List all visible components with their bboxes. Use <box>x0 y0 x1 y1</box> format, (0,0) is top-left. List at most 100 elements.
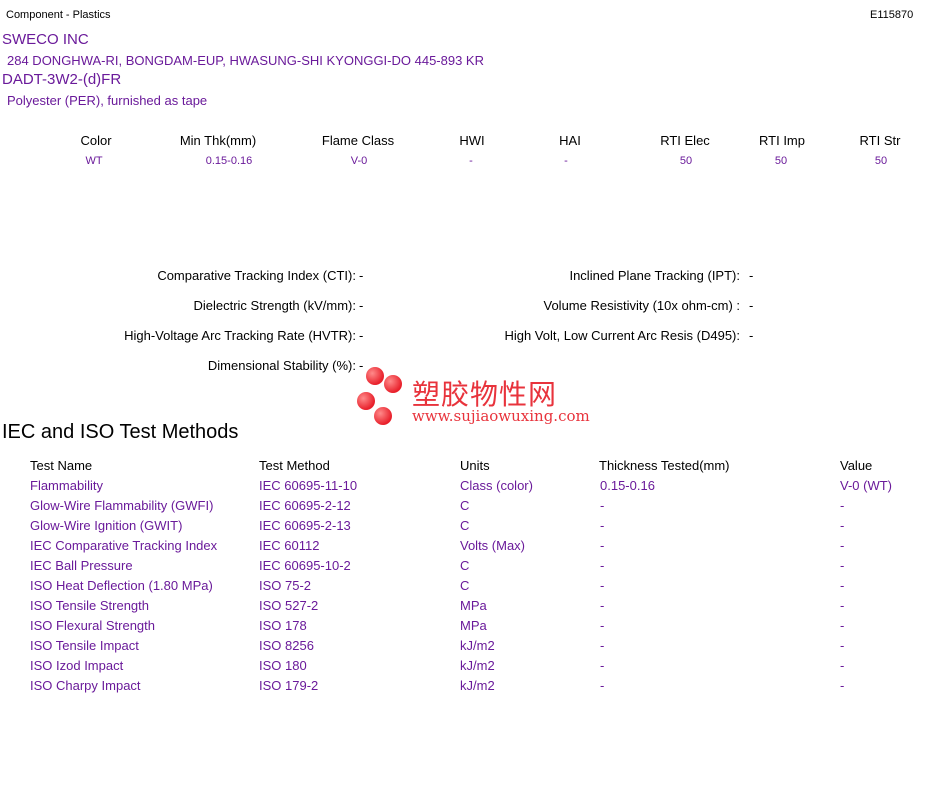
cell-thickness: - <box>600 498 605 513</box>
dielectric-strength-value: - <box>359 298 364 313</box>
cell-test-method: ISO 180 <box>259 658 307 673</box>
volume-resistivity-label: Volume Resistivity (10x ohm-cm) : <box>543 298 741 313</box>
hvtr-label: High-Voltage Arc Tracking Rate (HVTR): <box>124 328 356 343</box>
dimensional-stability-value: - <box>359 358 364 373</box>
d495-value: - <box>749 328 754 343</box>
prop-header-hwi: HWI <box>459 133 485 148</box>
cell-units: C <box>460 518 470 533</box>
cell-test-name: ISO Izod Impact <box>30 658 124 673</box>
cell-thickness: - <box>600 578 605 593</box>
cell-test-method: IEC 60695-2-13 <box>259 518 351 533</box>
cell-thickness: - <box>600 678 605 693</box>
cell-test-name: ISO Tensile Strength <box>30 598 149 613</box>
prop-value-rti-imp: 50 <box>774 155 788 167</box>
cell-test-method: IEC 60112 <box>259 538 320 553</box>
cell-units: kJ/m2 <box>460 678 495 693</box>
cell-test-name: ISO Tensile Impact <box>30 638 139 653</box>
watermark-dot-icon <box>357 392 375 410</box>
prop-header-rti-imp: RTI Imp <box>759 133 805 148</box>
iec-section-title: IEC and ISO Test Methods <box>2 421 239 443</box>
prop-header-hai: HAI <box>559 133 581 148</box>
cell-value: - <box>840 538 845 553</box>
cell-units: C <box>460 498 470 513</box>
cell-thickness: 0.15-0.16 <box>600 478 655 493</box>
watermark-url: www.sujiaowuxing.com <box>412 407 590 425</box>
dielectric-strength-label: Dielectric Strength (kV/mm): <box>193 298 356 313</box>
cell-units: C <box>460 558 470 573</box>
prop-header-min-thk: Min Thk(mm) <box>179 133 257 148</box>
cell-test-name: IEC Ball Pressure <box>30 558 133 573</box>
dimensional-stability-label: Dimensional Stability (%): <box>207 358 356 373</box>
cell-value: - <box>840 658 845 673</box>
company-address: 284 DONGHWA-RI, BONGDAM-EUP, HWASUNG-SHI… <box>7 53 484 68</box>
cell-thickness: - <box>600 618 605 633</box>
cell-test-name: Glow-Wire Ignition (GWIT) <box>30 518 183 533</box>
cell-value: - <box>840 518 845 533</box>
cell-test-method: IEC 60695-2-12 <box>259 498 351 513</box>
file-number: E115870 <box>870 9 914 21</box>
cell-test-name: Glow-Wire Flammability (GWFI) <box>30 498 214 513</box>
prop-value-flame-class: V-0 <box>350 155 368 167</box>
ipt-value: - <box>749 268 754 283</box>
cell-test-method: ISO 527-2 <box>259 598 319 613</box>
cell-test-name: ISO Charpy Impact <box>30 678 141 693</box>
prop-value-rti-elec: 50 <box>679 155 693 167</box>
cell-value: - <box>840 498 845 513</box>
col-header-test-method: Test Method <box>259 458 330 473</box>
cell-units: MPa <box>460 598 487 613</box>
prop-value-hwi: - <box>469 155 473 167</box>
cell-units: C <box>460 578 470 593</box>
prop-value-rti-str: 50 <box>874 155 888 167</box>
volume-resistivity-value: - <box>749 298 754 313</box>
cell-value: - <box>840 618 845 633</box>
prop-header-flame-class: Flame Class <box>321 133 395 148</box>
d495-label: High Volt, Low Current Arc Resis (D495): <box>504 328 740 343</box>
cell-value: - <box>840 558 845 573</box>
cell-thickness: - <box>600 558 605 573</box>
prop-value-color: WT <box>85 155 103 167</box>
cell-units: Class (color) <box>460 478 533 493</box>
watermark-dot-icon <box>374 407 392 425</box>
prop-header-color: Color <box>80 133 112 148</box>
prop-value-hai: - <box>564 155 568 167</box>
cell-test-method: IEC 60695-10-2 <box>259 558 351 573</box>
cell-test-name: Flammability <box>30 478 103 493</box>
col-header-thickness: Thickness Tested(mm) <box>599 458 730 473</box>
cell-test-method: ISO 179-2 <box>259 678 319 693</box>
prop-header-rti-elec: RTI Elec <box>660 133 710 148</box>
cell-value: - <box>840 598 845 613</box>
watermark-dot-icon <box>384 375 402 393</box>
cell-test-method: ISO 178 <box>259 618 307 633</box>
col-header-units: Units <box>460 458 490 473</box>
cell-thickness: - <box>600 538 605 553</box>
company-name: SWECO INC <box>2 31 89 48</box>
cell-thickness: - <box>600 638 605 653</box>
cti-value: - <box>359 268 364 283</box>
cell-test-name: ISO Flexural Strength <box>30 618 155 633</box>
ipt-label: Inclined Plane Tracking (IPT): <box>569 268 740 283</box>
cell-units: kJ/m2 <box>460 638 495 653</box>
prop-value-min-thk: 0.15-0.16 <box>205 155 253 167</box>
cell-test-name: ISO Heat Deflection (1.80 MPa) <box>30 578 213 593</box>
cell-thickness: - <box>600 598 605 613</box>
cell-test-method: ISO 8256 <box>259 638 314 653</box>
hvtr-value: - <box>359 328 364 343</box>
col-header-test-name: Test Name <box>30 458 93 473</box>
cell-value: - <box>840 678 845 693</box>
cell-value: - <box>840 578 845 593</box>
cell-test-method: ISO 75-2 <box>259 578 312 593</box>
product-name: DADT-3W2-(d)FR <box>2 71 122 88</box>
cell-units: kJ/m2 <box>460 658 495 673</box>
cell-units: Volts (Max) <box>460 538 526 553</box>
category-label: Component - Plastics <box>6 9 111 21</box>
cell-thickness: - <box>600 658 605 673</box>
cell-value: - <box>840 638 845 653</box>
product-description: Polyester (PER), furnished as tape <box>7 93 208 108</box>
cell-test-method: IEC 60695-11-10 <box>259 478 358 493</box>
cti-label: Comparative Tracking Index (CTI): <box>157 268 356 283</box>
cell-units: MPa <box>460 618 487 633</box>
cell-test-name: IEC Comparative Tracking Index <box>30 538 218 553</box>
cell-value: V-0 (WT) <box>840 478 892 493</box>
watermark-dot-icon <box>366 367 384 385</box>
col-header-value: Value <box>840 458 873 473</box>
